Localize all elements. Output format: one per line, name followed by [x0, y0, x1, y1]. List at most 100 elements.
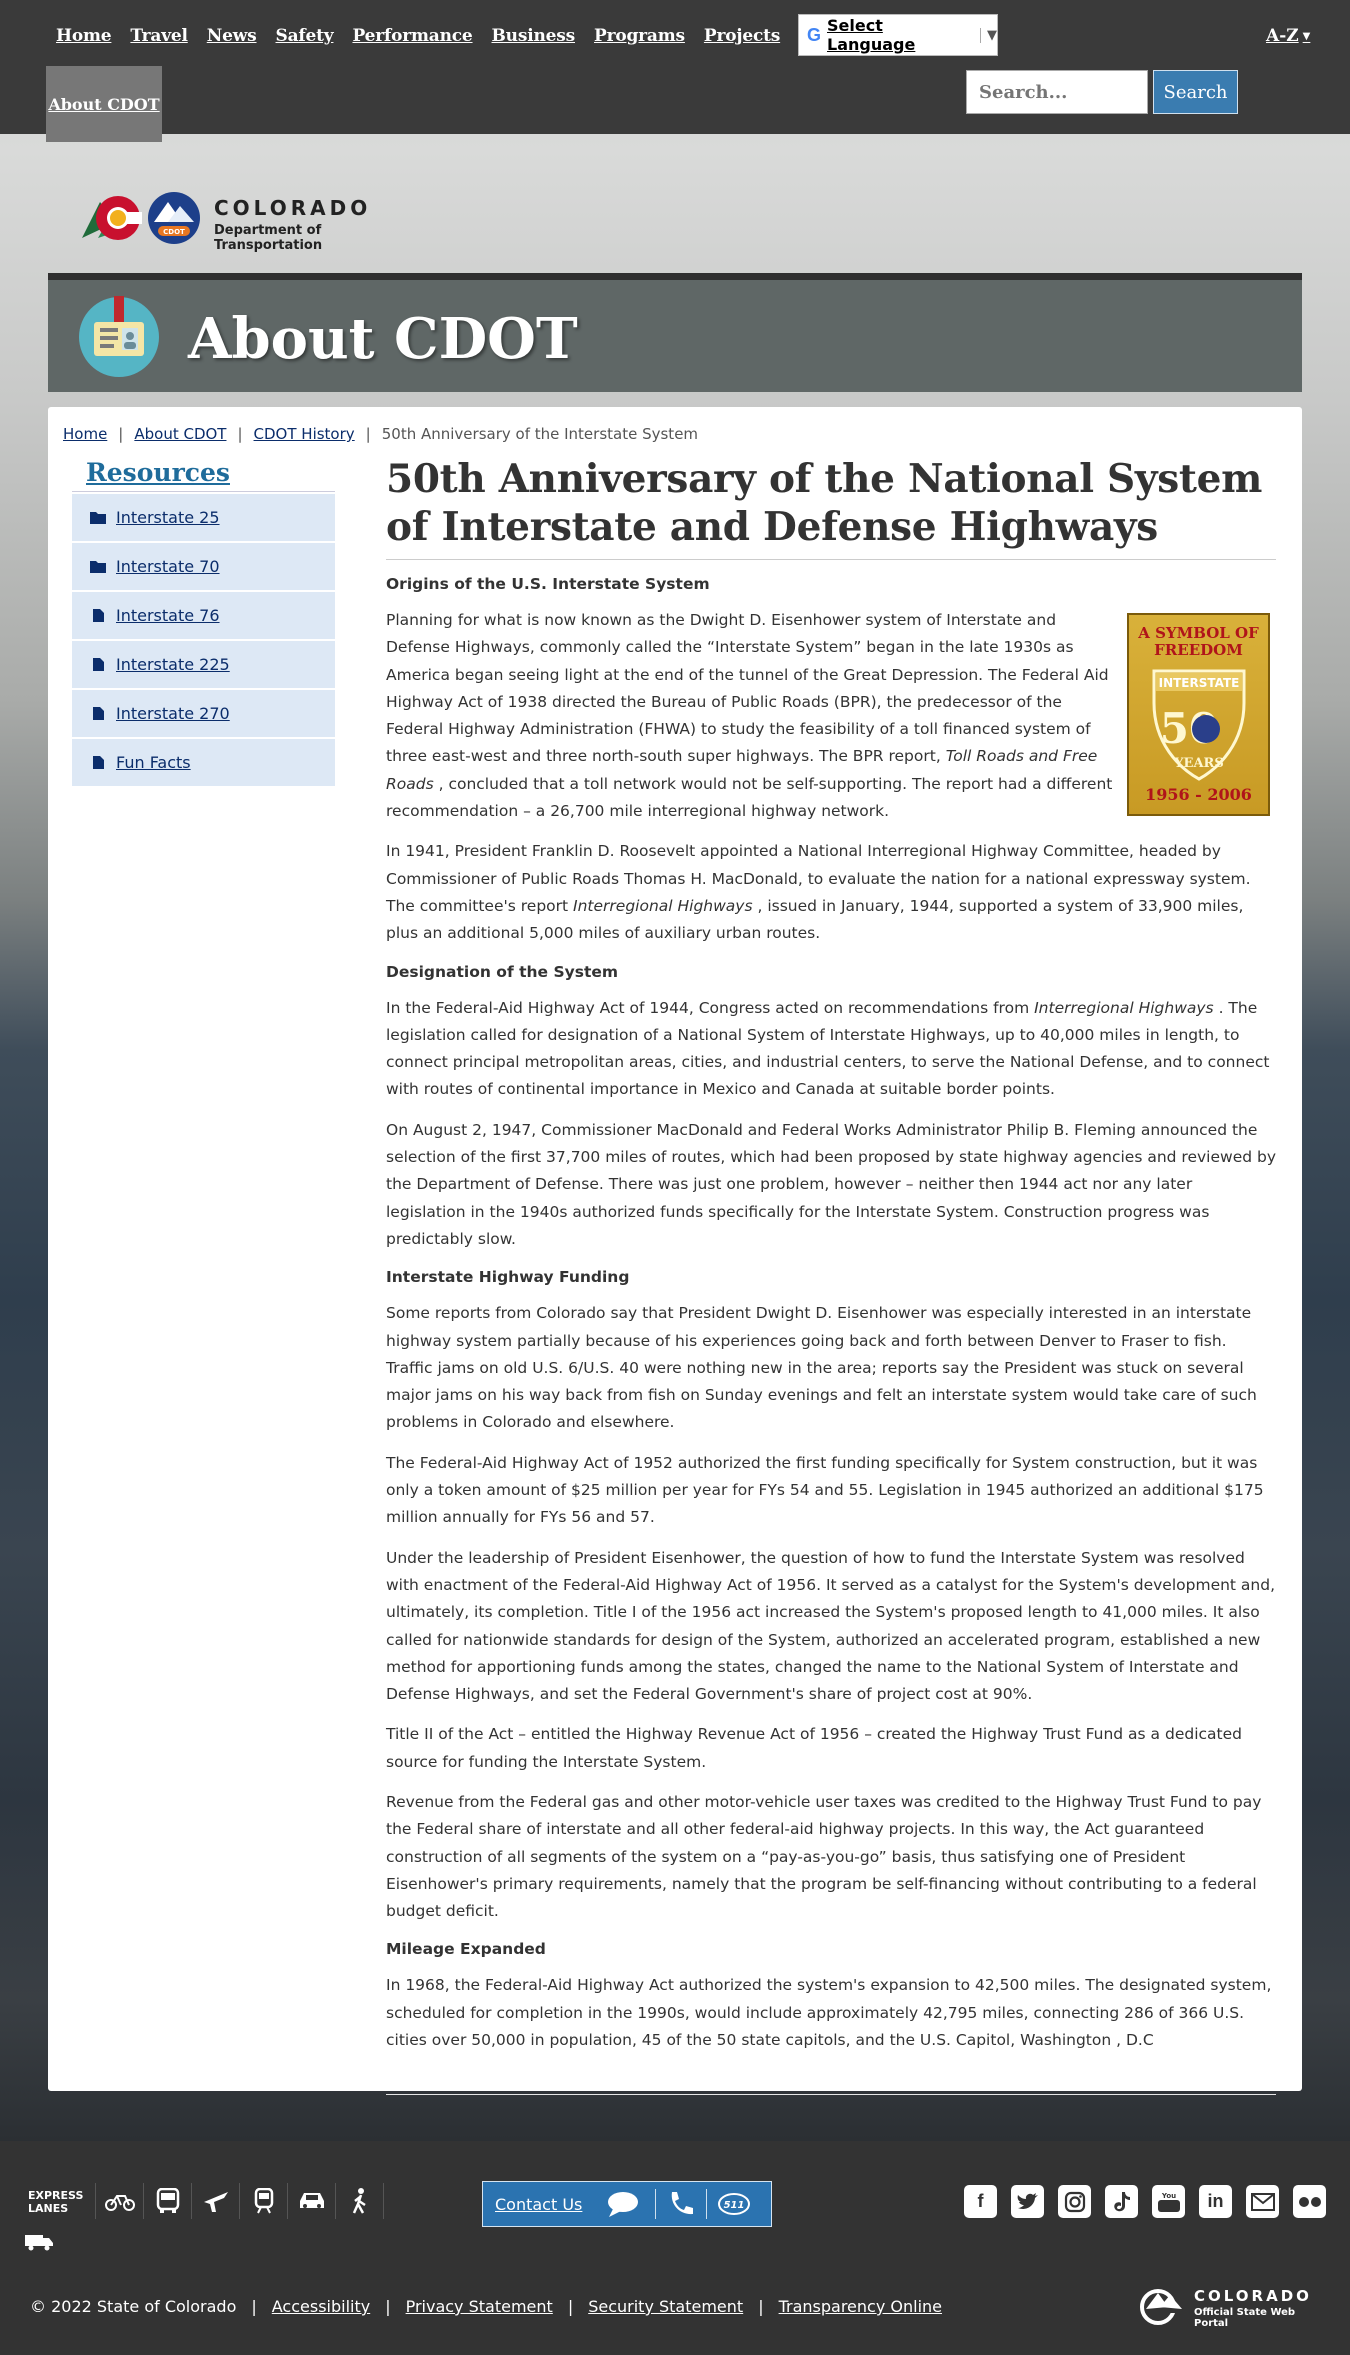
paragraph: On August 2, 1947, Commissioner MacDonal…: [386, 1120, 1277, 1248]
facebook-icon[interactable]: f: [964, 2185, 997, 2218]
svg-text:LANES: LANES: [28, 2202, 68, 2215]
page-banner: About CDOT: [48, 273, 1302, 392]
section-heading-mileage: Mileage Expanded: [386, 1940, 546, 1959]
footer-link-privacy[interactable]: Privacy Statement: [406, 2297, 553, 2316]
nav-tab-about-cdot[interactable]: About CDOT: [46, 66, 162, 142]
paragraph: The Federal-Aid Highway Act of 1952 auth…: [386, 1453, 1264, 1527]
phone-icon[interactable]: [666, 2189, 696, 2219]
train-icon[interactable]: [240, 2183, 288, 2219]
footer-separator: |: [385, 2297, 391, 2316]
sidebar-item-label: Interstate 270: [116, 704, 230, 723]
express-lanes-icon[interactable]: EXPRESS LANES: [24, 2183, 96, 2219]
caret-down-icon: ▼: [1302, 31, 1311, 42]
youtube-icon[interactable]: You: [1152, 2185, 1185, 2218]
resources-sidebar: Resources Interstate 25 Interstate 70 In…: [72, 455, 335, 786]
colorado-official-portal-logo[interactable]: COLORADO Official State Web Portal: [1136, 2285, 1326, 2329]
breadcrumb-home[interactable]: Home: [63, 425, 107, 443]
sidebar-item-label: Fun Facts: [116, 753, 191, 772]
chat-icon[interactable]: [605, 2189, 645, 2219]
footer-separator: |: [567, 2297, 574, 2316]
svg-text:INTERSTATE: INTERSTATE: [1158, 676, 1239, 690]
badge-caption: A SYMBOL OF FREEDOM: [1138, 624, 1259, 659]
copyright-text: © 2022 State of Colorado: [30, 2297, 237, 2316]
nav-link-projects[interactable]: Projects: [704, 26, 780, 46]
paragraph: In 1968, the Federal-Aid Highway Act aut…: [386, 1976, 1272, 2050]
cdot-logo[interactable]: CDOT COLORADO Department of Transportati…: [78, 188, 428, 253]
breadcrumb-about-cdot[interactable]: About CDOT: [134, 425, 226, 443]
az-index-link[interactable]: A-Z ▼: [1266, 26, 1310, 46]
folder-icon: [90, 561, 106, 573]
nav-link-business[interactable]: Business: [492, 26, 576, 46]
file-icon: [93, 756, 104, 769]
sidebar-item-interstate-76[interactable]: Interstate 76: [72, 592, 335, 639]
search-button[interactable]: Search: [1153, 70, 1238, 114]
paragraph: In the Federal-Aid Highway Act of 1944, …: [386, 998, 1270, 1099]
511-icon[interactable]: 511: [717, 2192, 751, 2216]
search-input[interactable]: [966, 70, 1148, 114]
svg-text:CDOT: CDOT: [163, 228, 185, 236]
sidebar-item-fun-facts[interactable]: Fun Facts: [72, 739, 335, 786]
interstate-shield-icon: INTERSTATE 50 YEARS: [1152, 669, 1245, 781]
badge-years: 1956 - 2006: [1145, 785, 1252, 804]
footer-separator: |: [251, 2297, 257, 2316]
car-icon[interactable]: [288, 2183, 336, 2219]
sidebar-item-label: Interstate 70: [116, 557, 220, 576]
svg-text:YEARS: YEARS: [1173, 756, 1223, 771]
divider: [655, 2189, 656, 2219]
pedestrian-icon[interactable]: [336, 2183, 384, 2219]
nav-link-performance[interactable]: Performance: [352, 26, 472, 46]
airplane-icon[interactable]: [192, 2183, 240, 2219]
breadcrumb: Home | About CDOT | CDOT History | 50th Annive…: [63, 425, 698, 443]
footer-link-accessibility[interactable]: Accessibility: [272, 2297, 370, 2316]
colorado-state-logo-icon: [1140, 2289, 1182, 2325]
nav-link-safety[interactable]: Safety: [276, 26, 334, 46]
bike-icon[interactable]: [96, 2183, 144, 2219]
instagram-icon[interactable]: [1058, 2185, 1091, 2218]
language-selector-label: Select Language: [827, 16, 916, 54]
linkedin-icon[interactable]: in: [1199, 2185, 1232, 2218]
logo-title: COLORADO: [214, 196, 372, 220]
paragraph: Under the leadership of President Eisenh…: [386, 1548, 1276, 1704]
breadcrumb-separator: |: [365, 425, 371, 443]
twitter-icon[interactable]: [1011, 2185, 1044, 2218]
sidebar-item-interstate-70[interactable]: Interstate 70: [72, 543, 335, 590]
banner-title: About CDOT: [188, 306, 578, 372]
content-card: Home | About CDOT | CDOT History | 50th Annive…: [48, 407, 1302, 2096]
breadcrumb-cdot-history[interactable]: CDOT History: [254, 425, 355, 443]
contact-us-bar[interactable]: Contact Us 511: [482, 2181, 772, 2227]
footer-link-transparency[interactable]: Transparency Online: [779, 2297, 942, 2316]
footer-link-security[interactable]: Security Statement: [588, 2297, 743, 2316]
nav-link-home[interactable]: Home: [56, 26, 112, 46]
top-navigation-bar: Home Travel News Safety Performance Busi…: [0, 0, 1350, 134]
truck-icon[interactable]: [24, 2233, 54, 2255]
portal-title: COLORADO: [1194, 2287, 1312, 2305]
svg-text:511: 511: [724, 2200, 745, 2211]
resources-heading[interactable]: Resources: [72, 455, 335, 492]
sidebar-item-interstate-25[interactable]: Interstate 25: [72, 494, 335, 541]
nav-link-programs[interactable]: Programs: [594, 26, 685, 46]
tiktok-icon[interactable]: [1105, 2185, 1138, 2218]
article: 50th Anniversary of the National System …: [386, 455, 1277, 2096]
divider: [386, 2094, 1276, 2096]
file-icon: [93, 707, 104, 720]
sidebar-item-interstate-225[interactable]: Interstate 225: [72, 641, 335, 688]
nav-link-travel[interactable]: Travel: [130, 26, 188, 46]
bus-icon[interactable]: [144, 2183, 192, 2219]
portal-subtitle: Official State Web Portal: [1194, 2307, 1296, 2329]
svg-text:EXPRESS: EXPRESS: [28, 2189, 83, 2202]
footer-legal-links: © 2022 State of Colorado | Accessibility | P…: [30, 2297, 942, 2316]
site-footer: EXPRESS LANES Contact Us 511 f You in © …: [0, 2141, 1350, 2355]
paragraph: Revenue from the Federal gas and other m…: [386, 1792, 1262, 1921]
flickr-icon[interactable]: [1293, 2185, 1326, 2218]
sidebar-item-interstate-270[interactable]: Interstate 270: [72, 690, 335, 737]
section-heading-origins: Origins of the U.S. Interstate System: [386, 575, 710, 593]
language-selector[interactable]: G Select Language ▼: [798, 14, 998, 56]
nav-link-news[interactable]: News: [207, 26, 257, 46]
contact-us-link[interactable]: Contact Us: [495, 2195, 605, 2214]
section-heading-designation: Designation of the System: [386, 962, 619, 981]
interstate-50th-anniversary-image: A SYMBOL OF FREEDOM INTERSTATE 50 YEARS …: [1127, 613, 1270, 816]
logo-subtitle: Department of Transportation: [214, 223, 323, 253]
az-label: A-Z: [1266, 26, 1299, 46]
email-icon[interactable]: [1246, 2185, 1279, 2218]
breadcrumb-current: 50th Anniversary of the Interstate Syste…: [381, 425, 699, 443]
